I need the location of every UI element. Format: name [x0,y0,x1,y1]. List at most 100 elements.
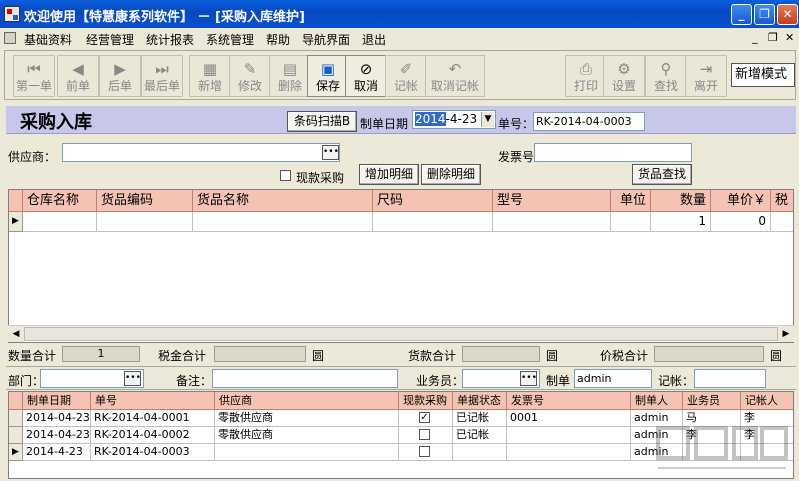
menu-system[interactable]: 系统管理 [206,31,254,48]
staff-browse-button[interactable]: ••• [520,371,537,386]
table-cell[interactable]: 已记帐 [453,410,507,427]
column-header[interactable]: 发票号 [507,392,631,410]
table-cell[interactable]: 零散供应商 [215,427,399,444]
table-cell[interactable]: RK-2014-04-0003 [91,444,215,461]
table-cell[interactable] [23,212,97,232]
menu-basic-data[interactable]: 基础资料 [24,31,72,48]
column-header[interactable]: 供应商 [215,392,399,410]
print-button[interactable]: ⎙ 打印 [565,55,607,97]
column-header[interactable]: 记帐人 [741,392,793,410]
table-cell[interactable]: 0001 [507,410,631,427]
remove-detail-button[interactable]: 删除明细 [421,164,481,185]
menu-reports[interactable]: 统计报表 [146,31,194,48]
table-cell[interactable]: 已记帐 [453,427,507,444]
cancel-button[interactable]: ⊘ 取消 [345,55,387,97]
add-button[interactable]: ▦ 新增 [189,55,231,97]
table-cell[interactable]: 零散供应商 [215,410,399,427]
table-cell[interactable] [771,212,793,232]
poster-field[interactable] [694,369,766,388]
table-cell[interactable] [215,444,399,461]
exit-button[interactable]: ⇥ 离开 [685,55,727,97]
column-header[interactable]: 货品编码 [97,190,193,212]
table-cell[interactable] [507,427,631,444]
supplier-field[interactable] [62,143,340,162]
goods-search-button[interactable]: 货品查找 [632,164,692,185]
column-header[interactable]: 单价￥ [711,190,771,212]
table-cell[interactable]: ✓ [399,410,453,427]
scroll-left-icon[interactable]: ◀ [8,326,24,342]
close-button[interactable]: ✕ [777,4,798,25]
column-header[interactable]: 型号 [493,190,611,212]
table-cell[interactable] [611,212,651,232]
table-cell[interactable] [373,212,493,232]
row-selector-icon[interactable]: ▶ [9,212,23,232]
column-header[interactable]: 税 [771,190,793,212]
column-header[interactable]: 单位 [611,190,651,212]
save-button[interactable]: ▣ 保存 [307,55,349,97]
add-detail-button[interactable]: 增加明细 [359,164,419,185]
menu-navigation[interactable]: 导航界面 [302,31,350,48]
column-header[interactable]: 数量 [651,190,711,212]
last-record-button[interactable]: ⏭ 最后单 [141,55,183,97]
first-record-button[interactable]: ⏮ 第一单 [13,55,55,97]
row-selector[interactable] [9,410,23,427]
table-cell[interactable] [399,444,453,461]
column-header[interactable]: 现款采购 [399,392,453,410]
cash-checkbox[interactable] [419,429,430,440]
prev-record-button[interactable]: ◀ 前单 [57,55,99,97]
table-cell[interactable] [97,212,193,232]
row-selector[interactable] [9,427,23,444]
mdi-restore-icon[interactable]: ❐ [768,31,778,44]
column-header[interactable]: 单号 [91,392,215,410]
order-no-field[interactable]: RK-2014-04-0003 [533,112,645,131]
table-cell[interactable]: 2014-4-23 [23,444,91,461]
next-record-button[interactable]: ▶ 后单 [99,55,141,97]
mdi-minimize-icon[interactable]: _ [752,31,758,44]
horizontal-scrollbar[interactable]: ◀ ▶ [8,325,794,342]
scroll-thumb[interactable] [24,327,778,341]
detail-grid[interactable]: 仓库名称 货品编码 货品名称 尺码 型号 单位 数量 单价￥ 税 ▶ 1 0 [8,189,794,343]
column-header[interactable]: 业务员 [683,392,741,410]
minimize-button[interactable]: _ [731,4,752,25]
cash-checkbox[interactable] [419,446,430,457]
cash-checkbox-checked[interactable]: ✓ [419,412,430,423]
post-button[interactable]: ✐ 记帐 [385,55,427,97]
table-cell[interactable]: RK-2014-04-0002 [91,427,215,444]
maximize-button[interactable]: ❐ [754,4,775,25]
table-cell[interactable]: 0 [711,212,771,232]
table-cell[interactable]: 2014-04-23 [23,410,91,427]
menu-operations[interactable]: 经营管理 [86,31,134,48]
table-cell[interactable] [399,427,453,444]
edit-button[interactable]: ✎ 修改 [229,55,271,97]
barcode-scan-button[interactable]: 条码扫描B [287,111,357,132]
menu-help[interactable]: 帮助 [266,31,290,48]
settings-button[interactable]: ⚙ 设置 [603,55,645,97]
table-cell[interactable] [453,444,507,461]
unpost-button[interactable]: ↶ 取消记帐 [425,55,485,97]
column-header[interactable]: 制单日期 [23,392,91,410]
remark-field[interactable] [212,369,398,388]
table-cell[interactable] [193,212,373,232]
invoice-field[interactable] [534,143,692,162]
column-header[interactable]: 尺码 [373,190,493,212]
column-header[interactable]: 仓库名称 [23,190,97,212]
column-header[interactable]: 货品名称 [193,190,373,212]
menu-exit[interactable]: 退出 [362,31,386,48]
row-selector-icon[interactable]: ▶ [9,444,23,461]
column-header[interactable]: 单据状态 [453,392,507,410]
table-cell[interactable]: 2014-04-23 [23,427,91,444]
dept-browse-button[interactable]: ••• [124,371,141,386]
delete-button[interactable]: ▤ 删除 [269,55,311,97]
column-header[interactable]: 制单人 [631,392,683,410]
supplier-browse-button[interactable]: ••• [322,145,339,160]
find-button[interactable]: ⚲ 查找 [645,55,687,97]
maker-field[interactable]: admin [574,369,652,388]
dropdown-arrow-icon[interactable]: ▼ [481,112,494,127]
table-cell[interactable]: RK-2014-04-0001 [91,410,215,427]
table-cell[interactable] [507,444,631,461]
scroll-right-icon[interactable]: ▶ [778,326,794,342]
mdi-close-icon[interactable]: ✕ [785,31,794,44]
table-cell[interactable]: 1 [651,212,711,232]
cash-purchase-checkbox[interactable] [280,170,291,181]
table-cell[interactable] [493,212,611,232]
